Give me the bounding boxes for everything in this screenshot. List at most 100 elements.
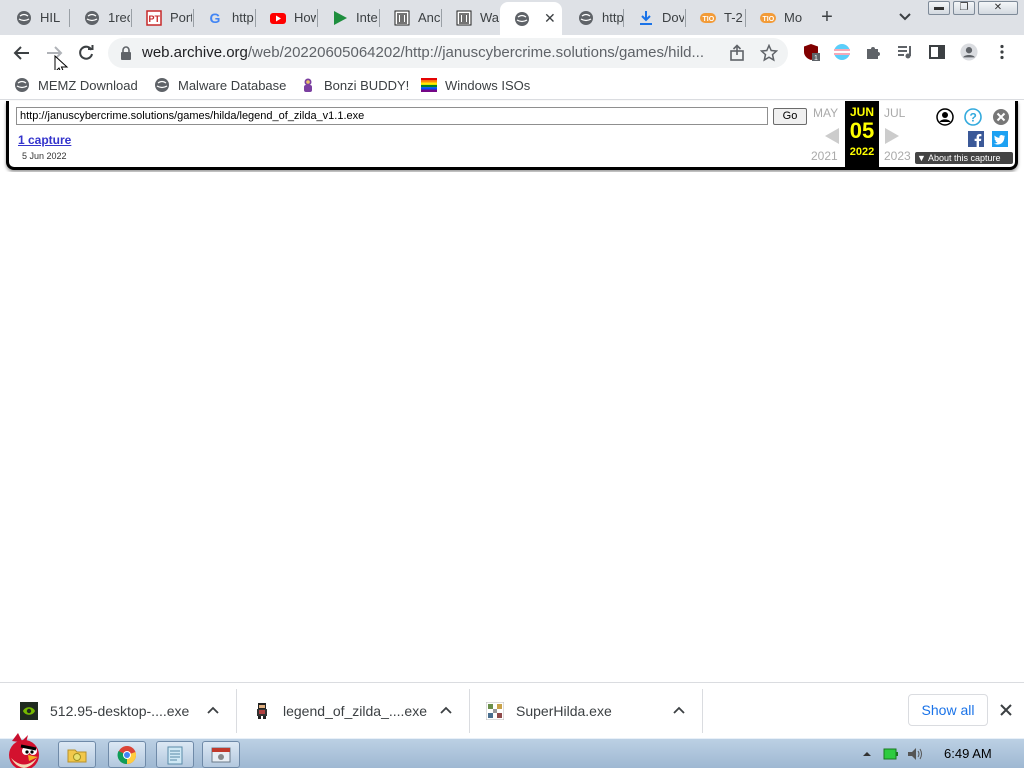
tab-11[interactable]: Dov xyxy=(624,0,684,35)
tray-expand-icon[interactable] xyxy=(862,749,872,759)
download-separator xyxy=(236,689,237,733)
pt-logo-icon: PT xyxy=(146,9,162,26)
svg-text:1: 1 xyxy=(814,55,818,61)
tab-title: http xyxy=(602,10,624,25)
bookmark-malware-db[interactable]: Malware Database xyxy=(154,76,286,94)
tab-10[interactable]: http xyxy=(564,0,624,35)
tab-2[interactable]: 1rec xyxy=(70,0,130,35)
bookmark-windows-isos[interactable]: Windows ISOs xyxy=(421,76,530,94)
download-icon xyxy=(638,10,654,26)
chevron-down-icon xyxy=(899,13,911,21)
url-text[interactable]: web.archive.org/web/20220605064202/http:… xyxy=(142,44,722,61)
download-shelf: 512.95-desktop-....exe legend_of_zilda_.… xyxy=(0,682,1024,738)
tio-icon: TIO xyxy=(760,10,776,26)
tab-search-button[interactable] xyxy=(896,8,914,26)
bookmark-label: Malware Database xyxy=(178,77,287,93)
share-icon[interactable] xyxy=(728,44,746,62)
twitter-icon[interactable] xyxy=(992,131,1008,147)
prev-month[interactable]: MAY xyxy=(813,106,838,120)
taskbar-notepad[interactable] xyxy=(156,741,194,768)
prev-capture-arrow-icon[interactable] xyxy=(825,128,839,144)
capture-date: 5 Jun 2022 xyxy=(22,151,67,161)
nvidia-icon xyxy=(20,702,38,720)
triangle-down-icon: ▼ xyxy=(917,153,926,163)
help-icon[interactable]: ? xyxy=(964,108,982,126)
ublock-icon[interactable]: 1 xyxy=(802,43,820,61)
tab-5[interactable]: How xyxy=(256,0,316,35)
globe-icon xyxy=(514,11,530,27)
reload-icon xyxy=(79,45,94,60)
profile-avatar-icon[interactable] xyxy=(960,43,978,61)
tab-1[interactable]: HIL xyxy=(2,0,66,35)
tio-icon: TIO xyxy=(700,10,716,26)
archive-icon xyxy=(394,10,410,26)
about-capture-toggle[interactable]: ▼ About this capture xyxy=(915,152,1013,164)
address-bar[interactable]: web.archive.org/web/20220605064202/http:… xyxy=(108,38,788,68)
side-panel-icon[interactable] xyxy=(928,43,946,61)
show-all-downloads-button[interactable]: Show all xyxy=(908,694,988,726)
bookmark-memz[interactable]: MEMZ Download xyxy=(14,76,138,94)
page-content xyxy=(0,172,1024,682)
tab-8[interactable]: Wa xyxy=(442,0,502,35)
minimize-button[interactable]: ▬ xyxy=(928,1,950,15)
tab-4[interactable]: G http xyxy=(194,0,254,35)
tab-6[interactable]: Inte xyxy=(318,0,378,35)
tab-12[interactable]: TIO T-2 xyxy=(686,0,744,35)
taskbar-chrome[interactable] xyxy=(108,741,146,768)
reload-button[interactable] xyxy=(72,39,100,67)
back-button[interactable] xyxy=(8,39,36,67)
screen: HIL 1rec PT Port G http How Inte A xyxy=(0,0,1024,768)
tab-strip: HIL 1rec PT Port G http How Inte A xyxy=(0,0,1024,35)
star-icon[interactable] xyxy=(760,44,778,62)
chevron-up-icon[interactable] xyxy=(439,703,453,717)
clock[interactable]: 6:49 AM xyxy=(944,746,992,761)
svg-text:G: G xyxy=(210,10,221,26)
next-month[interactable]: JUL xyxy=(884,106,905,120)
close-wayback-icon[interactable] xyxy=(992,108,1010,126)
start-button[interactable] xyxy=(2,731,50,768)
taskbar-explorer[interactable] xyxy=(58,741,96,768)
tab-13[interactable]: TIO Mo xyxy=(746,0,804,35)
new-tab-button[interactable]: + xyxy=(816,6,838,28)
taskbar-app[interactable] xyxy=(202,741,240,768)
tab-active[interactable]: ✕ xyxy=(500,2,562,35)
tab-title: Wa xyxy=(480,10,500,25)
speaker-icon[interactable] xyxy=(906,746,924,762)
globe-icon xyxy=(14,77,30,93)
close-download-shelf-icon[interactable] xyxy=(998,702,1014,718)
battery-icon[interactable] xyxy=(883,747,899,761)
next-year[interactable]: 2023 xyxy=(884,149,911,163)
bookmark-label: MEMZ Download xyxy=(38,77,138,93)
tab-title: Mo xyxy=(784,10,803,25)
download-separator xyxy=(702,689,703,733)
wayback-go-button[interactable]: Go xyxy=(773,108,807,125)
captures-link[interactable]: 1 capture xyxy=(18,133,71,147)
close-window-button[interactable]: ✕ xyxy=(978,1,1018,15)
kebab-menu-icon[interactable] xyxy=(993,43,1011,61)
bookmark-bonzi[interactable]: Bonzi BUDDY! xyxy=(300,76,409,94)
download-item-2[interactable]: legend_of_zilda_....exe xyxy=(253,683,463,739)
taskbar: 6:49 AM xyxy=(0,733,1024,768)
close-tab-icon[interactable]: ✕ xyxy=(544,10,556,27)
prev-year[interactable]: 2021 xyxy=(811,149,838,163)
facebook-icon[interactable] xyxy=(968,131,984,147)
trans-flag-extension-icon[interactable] xyxy=(833,43,851,61)
tab-3[interactable]: PT Port xyxy=(132,0,192,35)
download-item-1[interactable]: 512.95-desktop-....exe xyxy=(20,683,230,739)
wayback-url-input[interactable] xyxy=(16,107,768,125)
zilda-icon xyxy=(253,702,271,720)
tab-7[interactable]: Anc xyxy=(380,0,440,35)
next-capture-arrow-icon[interactable] xyxy=(885,128,899,144)
chevron-up-icon[interactable] xyxy=(672,703,686,717)
youtube-icon xyxy=(270,10,286,26)
url-domain: web.archive.org xyxy=(142,44,248,61)
tab-title: Inte xyxy=(356,10,378,25)
account-icon[interactable] xyxy=(936,108,954,126)
download-item-3[interactable]: SuperHilda.exe xyxy=(486,683,696,739)
puzzle-icon[interactable] xyxy=(864,43,882,61)
restore-button[interactable]: ❐ xyxy=(953,1,975,15)
media-control-icon[interactable] xyxy=(896,43,914,61)
angry-bird-start-icon xyxy=(9,733,39,768)
chevron-up-icon[interactable] xyxy=(206,703,220,717)
download-filename: legend_of_zilda_....exe xyxy=(283,703,427,719)
